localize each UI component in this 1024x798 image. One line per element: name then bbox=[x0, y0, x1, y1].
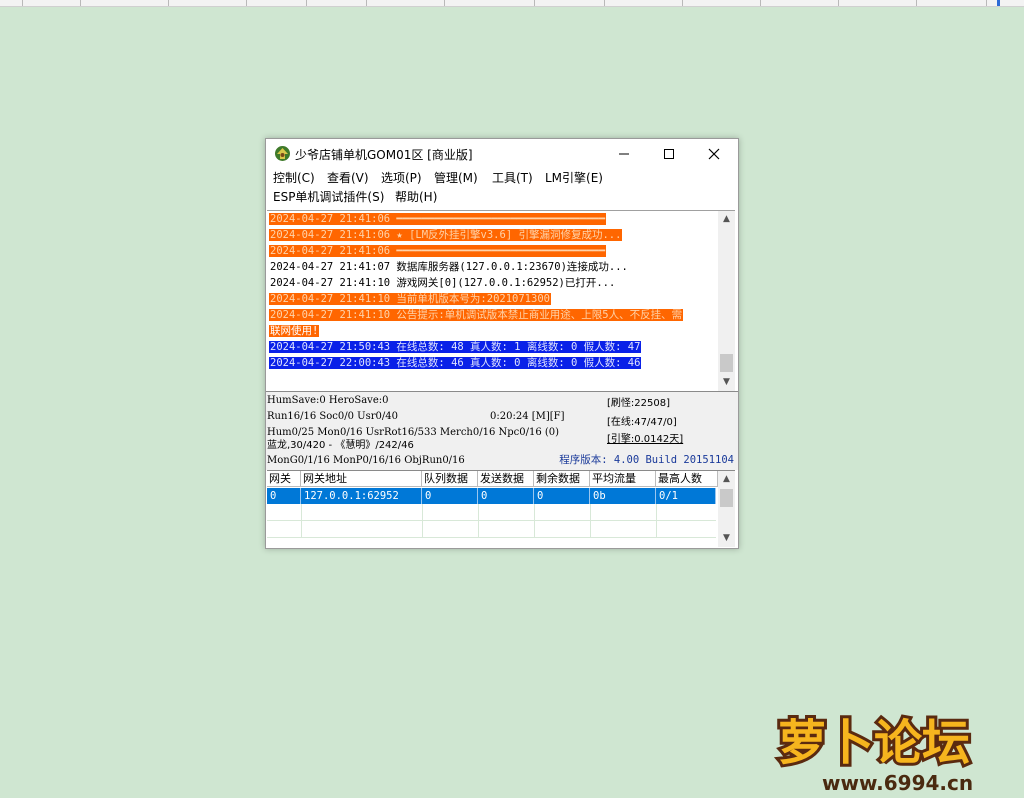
log-line-text: 2024-04-27 21:41:10 游戏网关[0](127.0.0.1:62… bbox=[269, 277, 617, 289]
gateway-table[interactable]: 网关 网关地址 队列数据 发送数据 剩余数据 平均流量 最高人数 0 127.0… bbox=[267, 470, 735, 547]
menu-esp-plugin[interactable]: ESP单机调试插件(S) bbox=[273, 188, 384, 206]
log-line-text: 2024-04-27 21:50:43 在线总数: 48 真人数: 1 离线数:… bbox=[269, 341, 642, 353]
log-line-text: 2024-04-27 21:41:06 ━━━━━━━━━━━━━━━━━━━━… bbox=[269, 245, 607, 257]
scroll-down-icon[interactable]: ▼ bbox=[718, 374, 735, 391]
top-edge-accent bbox=[997, 0, 1000, 6]
col-avg-traffic[interactable]: 平均流量 bbox=[590, 471, 656, 487]
col-gateway-address[interactable]: 网关地址 bbox=[301, 471, 422, 487]
log-line: 2024-04-27 21:50:43 在线总数: 48 真人数: 1 离线数:… bbox=[269, 339, 717, 355]
log-panel[interactable]: 2024-04-27 21:41:06 ━━━━━━━━━━━━━━━━━━━━… bbox=[267, 210, 735, 391]
menu-tools[interactable]: 工具(T) bbox=[492, 169, 533, 187]
scroll-thumb[interactable] bbox=[720, 489, 733, 507]
log-line: 2024-04-27 21:41:10 公告提示:单机调试版本禁止商业用途、上限… bbox=[269, 307, 717, 323]
col-gateway[interactable]: 网关 bbox=[267, 471, 301, 487]
cell-address: 127.0.0.1:62952 bbox=[301, 488, 422, 504]
window-title: 少爷店铺单机GOM01区 [商业版] bbox=[295, 148, 473, 162]
top-strip-divider bbox=[986, 0, 987, 6]
online-counter: [在线:47/47/0] bbox=[607, 417, 677, 428]
scroll-down-icon[interactable]: ▼ bbox=[718, 530, 735, 547]
log-line: 联网使用! bbox=[269, 323, 717, 339]
menu-view[interactable]: 查看(V) bbox=[327, 169, 369, 187]
log-line: 2024-04-27 21:41:06 ━━━━━━━━━━━━━━━━━━━━… bbox=[269, 243, 717, 259]
col-send-data[interactable]: 发送数据 bbox=[478, 471, 534, 487]
table-scrollbar[interactable]: ▲ ▼ bbox=[718, 471, 735, 547]
maximize-button[interactable] bbox=[647, 139, 691, 169]
log-line-text: 2024-04-27 21:41:06 ━━━━━━━━━━━━━━━━━━━━… bbox=[269, 213, 607, 225]
maximize-icon bbox=[664, 149, 674, 159]
log-line: 2024-04-27 21:41:07 数据库服务器(127.0.0.1:236… bbox=[269, 259, 717, 275]
top-strip-divider bbox=[682, 0, 683, 6]
program-version: 程序版本: 4.00 Build 20151104 bbox=[559, 454, 734, 466]
top-strip-divider bbox=[306, 0, 307, 6]
table-row[interactable]: 0 127.0.0.1:62952 0 0 0 0b 0/1 bbox=[267, 488, 716, 504]
empty-row bbox=[267, 521, 716, 538]
log-scrollbar[interactable]: ▲ ▼ bbox=[718, 211, 735, 391]
log-line-text: 2024-04-27 21:41:07 数据库服务器(127.0.0.1:236… bbox=[269, 261, 629, 273]
top-strip-divider bbox=[366, 0, 367, 6]
status-run: Run16/16 Soc0/0 Usr0/40 bbox=[267, 411, 398, 422]
close-button[interactable] bbox=[692, 139, 736, 169]
log-line: 2024-04-27 21:41:10 游戏网关[0](127.0.0.1:62… bbox=[269, 275, 717, 291]
scroll-thumb[interactable] bbox=[720, 354, 733, 372]
status-uptime: 0:20:24 [M][F] bbox=[490, 411, 565, 422]
top-strip-divider bbox=[916, 0, 917, 6]
top-strip-divider bbox=[760, 0, 761, 6]
table-header: 网关 网关地址 队列数据 发送数据 剩余数据 平均流量 最高人数 bbox=[267, 471, 718, 488]
empty-row bbox=[267, 504, 716, 521]
cell-remaining: 0 bbox=[534, 488, 590, 504]
top-strip-divider bbox=[604, 0, 605, 6]
refresh-counter: [刷怪:22508] bbox=[607, 398, 670, 409]
minimize-button[interactable] bbox=[602, 139, 646, 169]
top-strip-divider bbox=[80, 0, 81, 6]
cell-send: 0 bbox=[478, 488, 534, 504]
scroll-up-icon[interactable]: ▲ bbox=[718, 211, 735, 228]
watermark-title: 萝卜论坛 bbox=[778, 715, 970, 771]
log-line: 2024-04-27 21:41:10 当前单机版本号为:2021071300 bbox=[269, 291, 717, 307]
menu-control[interactable]: 控制(C) bbox=[273, 169, 315, 187]
cell-gateway: 0 bbox=[267, 488, 301, 504]
top-strip-divider bbox=[22, 0, 23, 6]
title-bar[interactable]: 少爷店铺单机GOM01区 [商业版] bbox=[266, 139, 738, 169]
top-strip-divider bbox=[838, 0, 839, 6]
status-panel: HumSave:0 HeroSave:0 Run16/16 Soc0/0 Usr… bbox=[266, 391, 738, 470]
close-icon bbox=[708, 148, 720, 160]
menu-bar: 控制(C) 查看(V) 选项(P) 管理(M) 工具(T) LM引擎(E) ES… bbox=[266, 169, 738, 209]
top-strip-divider bbox=[444, 0, 445, 6]
status-mon: MonG0/1/16 MonP0/16/16 ObjRun0/16 bbox=[267, 455, 465, 466]
top-strip-divider bbox=[534, 0, 535, 6]
minimize-icon bbox=[619, 153, 629, 155]
scroll-up-icon[interactable]: ▲ bbox=[718, 471, 735, 488]
menu-lm-engine[interactable]: LM引擎(E) bbox=[545, 169, 603, 187]
status-hum: Hum0/25 Mon0/16 UsrRot16/533 Merch0/16 N… bbox=[267, 427, 560, 438]
log-line: 2024-04-27 22:00:43 在线总数: 46 真人数: 0 离线数:… bbox=[269, 355, 717, 371]
top-strip-divider bbox=[168, 0, 169, 6]
status-save: HumSave:0 HeroSave:0 bbox=[267, 395, 389, 406]
server-window: 少爷店铺单机GOM01区 [商业版] 控制(C) 查看(V) 选项(P) 管理(… bbox=[265, 138, 739, 549]
cell-max: 0/1 bbox=[656, 488, 716, 504]
log-line: 2024-04-27 21:41:06 ★ [LM反外挂引擎v3.6] 引擎漏洞… bbox=[269, 227, 717, 243]
log-line-text: 联网使用! bbox=[269, 325, 320, 337]
log-lines: 2024-04-27 21:41:06 ━━━━━━━━━━━━━━━━━━━━… bbox=[269, 211, 717, 371]
log-line-text: 2024-04-27 21:41:10 公告提示:单机调试版本禁止商业用途、上限… bbox=[269, 309, 684, 321]
top-strip-divider bbox=[246, 0, 247, 6]
status-map: 蓝龙,30/420 - 《慧明》/242/46 bbox=[267, 440, 414, 451]
top-edge-strip bbox=[0, 0, 1024, 7]
log-line: 2024-04-27 21:41:06 ━━━━━━━━━━━━━━━━━━━━… bbox=[269, 211, 717, 227]
menu-options[interactable]: 选项(P) bbox=[381, 169, 422, 187]
log-line-text: 2024-04-27 22:00:43 在线总数: 46 真人数: 0 离线数:… bbox=[269, 357, 642, 369]
log-line-text: 2024-04-27 21:41:10 当前单机版本号为:2021071300 bbox=[269, 293, 551, 305]
cell-avg: 0b bbox=[590, 488, 656, 504]
col-remaining-data[interactable]: 剩余数据 bbox=[534, 471, 590, 487]
app-icon bbox=[275, 146, 290, 161]
menu-help[interactable]: 帮助(H) bbox=[395, 188, 437, 206]
engine-counter: [引擎:0.0142天] bbox=[607, 434, 684, 445]
cell-queue: 0 bbox=[422, 488, 478, 504]
menu-manage[interactable]: 管理(M) bbox=[434, 169, 478, 187]
log-line-text: 2024-04-27 21:41:06 ★ [LM反外挂引擎v3.6] 引擎漏洞… bbox=[269, 229, 623, 241]
col-queue-data[interactable]: 队列数据 bbox=[422, 471, 478, 487]
watermark-url: www.6994.cn bbox=[822, 771, 973, 795]
watermark-logo: 萝卜论坛 萝卜论坛 www.6994.cn bbox=[775, 712, 973, 795]
col-max-users[interactable]: 最高人数 bbox=[656, 471, 718, 487]
